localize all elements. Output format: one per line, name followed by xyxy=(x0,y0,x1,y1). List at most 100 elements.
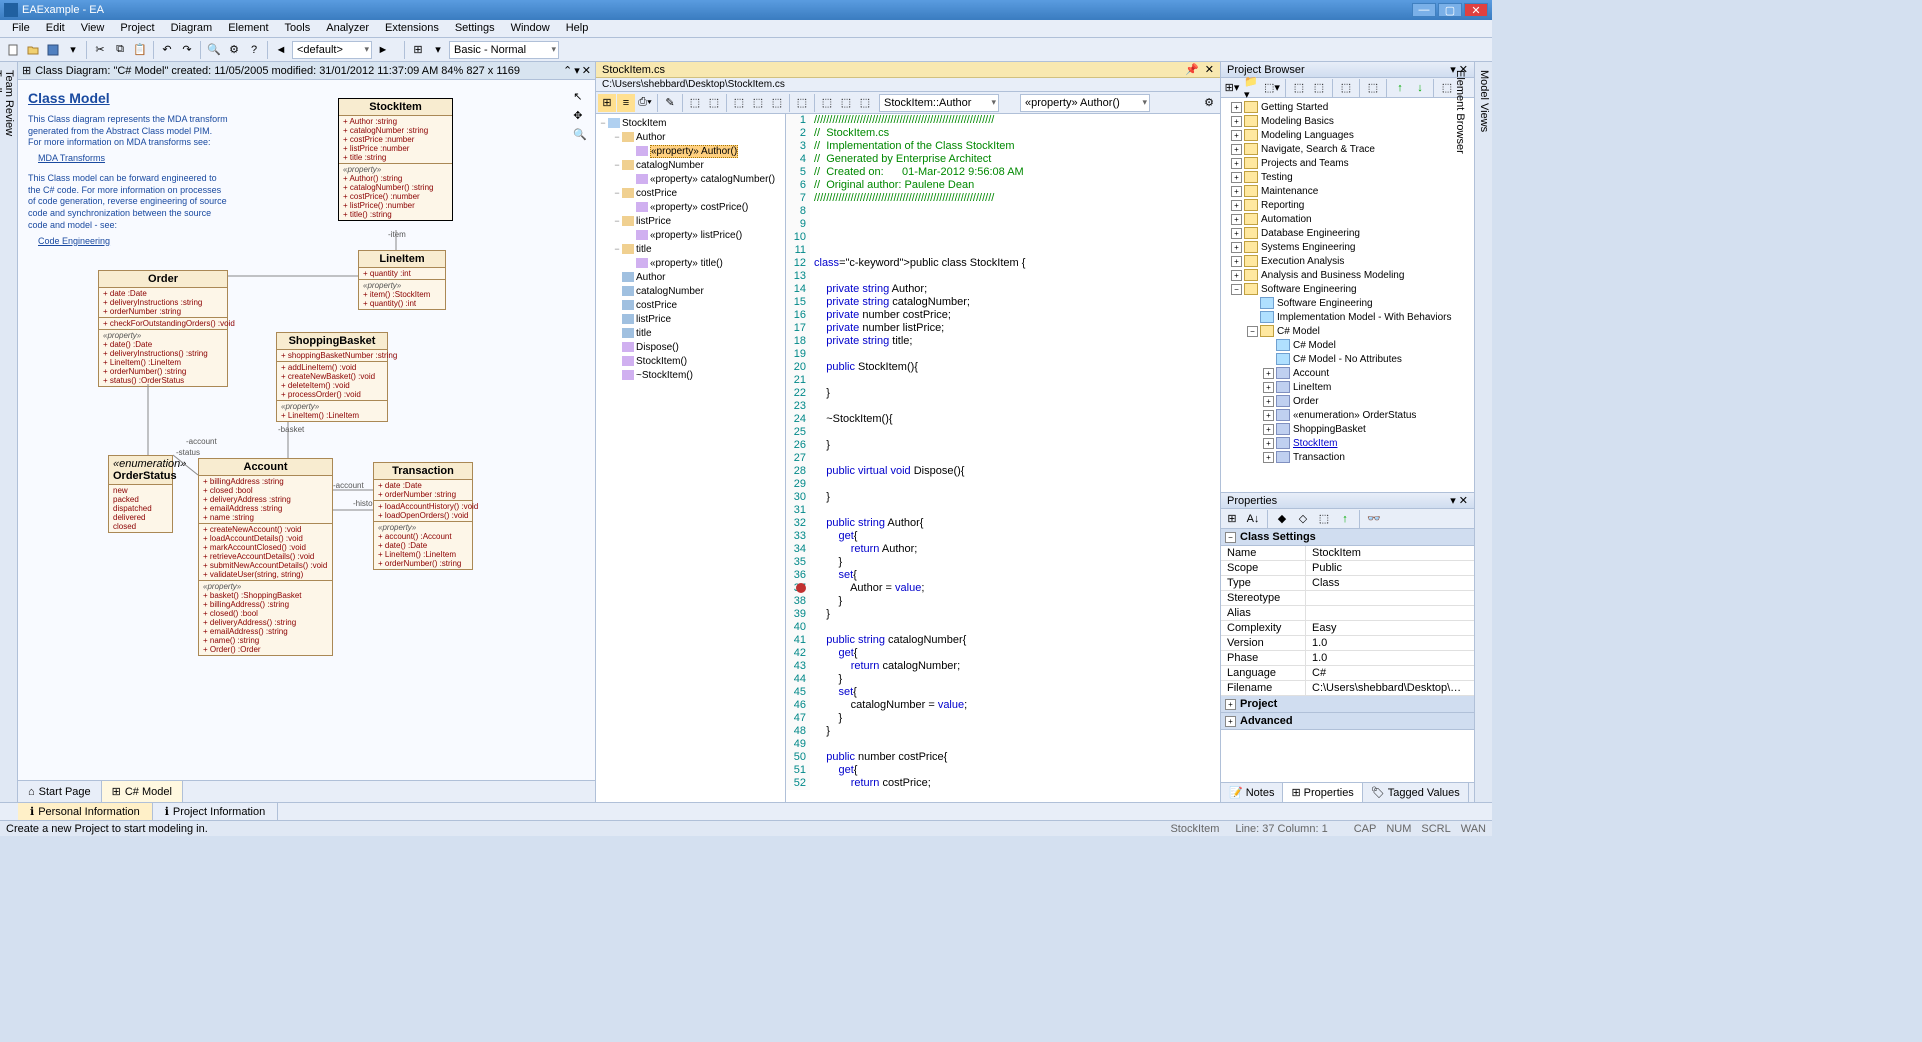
props-row[interactable]: NameStockItem xyxy=(1221,546,1474,561)
zoom-tool-icon[interactable]: 🔍 xyxy=(573,128,587,141)
code-line[interactable]: 5// Created on: 01-Mar-2012 9:56:08 AM xyxy=(786,166,1220,179)
browser-node[interactable]: C# Model xyxy=(1223,338,1472,352)
code-line[interactable]: 49 xyxy=(786,738,1220,751)
bt-7[interactable]: ⬚ xyxy=(1364,79,1382,97)
code-editor[interactable]: 1///////////////////////////////////////… xyxy=(786,114,1220,802)
browser-node[interactable]: +Order xyxy=(1223,394,1472,408)
code-line[interactable]: 6// Original author: Paulene Dean xyxy=(786,179,1220,192)
code-tb-end[interactable]: ⚙ xyxy=(1200,94,1218,112)
code-line[interactable]: 1///////////////////////////////////////… xyxy=(786,114,1220,127)
pan-tool-icon[interactable]: ✥ xyxy=(573,109,587,122)
bt-5[interactable]: ⬚ xyxy=(1310,79,1328,97)
side-tab-team-review[interactable]: Team Review xyxy=(3,70,15,782)
browser-node[interactable]: +Analysis and Business Modeling xyxy=(1223,268,1472,282)
code-line[interactable]: 48 } xyxy=(786,725,1220,738)
tree-node[interactable]: ~StockItem() xyxy=(598,368,783,382)
browser-node[interactable]: +StockItem xyxy=(1223,436,1472,450)
right-side-tabs[interactable]: Model ViewsElement Browser xyxy=(1474,62,1492,802)
menu-window[interactable]: Window xyxy=(503,20,558,37)
code-tree[interactable]: −StockItem−Author«property» Author()−cat… xyxy=(596,114,786,802)
browser-node[interactable]: +Reporting xyxy=(1223,198,1472,212)
browser-node[interactable]: +Automation xyxy=(1223,212,1472,226)
browser-node[interactable]: +Getting Started xyxy=(1223,100,1472,114)
code-line[interactable]: 41 public string catalogNumber{ xyxy=(786,634,1220,647)
props-row[interactable]: Stereotype xyxy=(1221,591,1474,606)
code-line[interactable]: 43 return catalogNumber; xyxy=(786,660,1220,673)
pt-3[interactable]: ◆ xyxy=(1273,510,1291,528)
side-tab-element-browser[interactable]: Element Browser xyxy=(1454,70,1466,794)
bt-dn[interactable]: ↓ xyxy=(1411,79,1429,97)
code-line[interactable]: 33 get{ xyxy=(786,530,1220,543)
tree-node[interactable]: −catalogNumber xyxy=(598,158,783,172)
help-button[interactable]: ? xyxy=(245,41,263,59)
bt-4[interactable]: ⬚ xyxy=(1290,79,1308,97)
code-line[interactable]: 35 } xyxy=(786,556,1220,569)
code-line[interactable]: 37 Author = value; xyxy=(786,582,1220,595)
redo-button[interactable]: ↷ xyxy=(178,41,196,59)
class-transaction[interactable]: Transaction + date :Date+ orderNumber :s… xyxy=(373,462,473,570)
tree-node[interactable]: Author xyxy=(598,270,783,284)
code-tb-5[interactable]: ⬚ xyxy=(686,94,704,112)
browser-node[interactable]: +Testing xyxy=(1223,170,1472,184)
code-member-combo[interactable]: «property» Author() xyxy=(1020,94,1150,112)
code-tb-10[interactable]: ⬚ xyxy=(793,94,811,112)
undo-button[interactable]: ↶ xyxy=(158,41,176,59)
pt-6[interactable]: ↑ xyxy=(1336,510,1354,528)
tree-node[interactable]: title xyxy=(598,326,783,340)
code-line[interactable]: 22 } xyxy=(786,387,1220,400)
class-stockitem[interactable]: StockItem + Author :string+ catalogNumbe… xyxy=(338,98,453,221)
browser-node[interactable]: −Software Engineering xyxy=(1223,282,1472,296)
cursor-tool-icon[interactable]: ↖ xyxy=(573,90,587,103)
code-tb-6[interactable]: ⬚ xyxy=(705,94,723,112)
code-line[interactable]: 45 set{ xyxy=(786,686,1220,699)
code-line[interactable]: 7///////////////////////////////////////… xyxy=(786,192,1220,205)
csharp-model-tab[interactable]: ⊞C# Model xyxy=(102,781,183,802)
code-line[interactable]: 18 private string title; xyxy=(786,335,1220,348)
class-order[interactable]: Order + date :Date+ deliveryInstructions… xyxy=(98,270,228,387)
menu-settings[interactable]: Settings xyxy=(447,20,503,37)
code-line[interactable]: 30 } xyxy=(786,491,1220,504)
tree-node[interactable]: −Author xyxy=(598,130,783,144)
tree-node[interactable]: «property» listPrice() xyxy=(598,228,783,242)
new-button[interactable] xyxy=(4,41,22,59)
close-diagram-icon[interactable]: ✕ xyxy=(582,64,591,77)
browser-node[interactable]: C# Model - No Attributes xyxy=(1223,352,1472,366)
code-line[interactable]: 29 xyxy=(786,478,1220,491)
code-tb-8[interactable]: ⬚ xyxy=(749,94,767,112)
code-line[interactable]: 2// StockItem.cs xyxy=(786,127,1220,140)
props-row[interactable]: FilenameC:\Users\shebbard\Desktop\StockI… xyxy=(1221,681,1474,696)
code-line[interactable]: 21 xyxy=(786,374,1220,387)
code-line[interactable]: 14 private string Author; xyxy=(786,283,1220,296)
close-button[interactable]: ✕ xyxy=(1464,3,1488,17)
menu-help[interactable]: Help xyxy=(558,20,597,37)
tree-node[interactable]: «property» costPrice() xyxy=(598,200,783,214)
code-line[interactable]: 17 private number listPrice; xyxy=(786,322,1220,335)
tree-node[interactable]: StockItem() xyxy=(598,354,783,368)
code-line[interactable]: 38 } xyxy=(786,595,1220,608)
diagram-canvas[interactable]: Class Model This Class diagram represent… xyxy=(18,80,595,780)
start-page-tab[interactable]: ⌂Start Page xyxy=(18,781,102,802)
menu-extensions[interactable]: Extensions xyxy=(377,20,447,37)
code-tb-13[interactable]: ⬚ xyxy=(856,94,874,112)
code-line[interactable]: 26 } xyxy=(786,439,1220,452)
browser-node[interactable]: +Account xyxy=(1223,366,1472,380)
pt-7[interactable]: 👓 xyxy=(1365,510,1383,528)
code-tb-11[interactable]: ⬚ xyxy=(818,94,836,112)
pt-5[interactable]: ⬚ xyxy=(1315,510,1333,528)
nav-fwd-button[interactable]: ► xyxy=(374,41,392,59)
notes-tab[interactable]: 📝Notes xyxy=(1221,783,1283,802)
menu-tools[interactable]: Tools xyxy=(277,20,319,37)
pin-icon[interactable]: 📌 xyxy=(1185,63,1199,76)
menu-project[interactable]: Project xyxy=(112,20,162,37)
code-scope-combo[interactable]: StockItem::Author xyxy=(879,94,999,112)
tree-node[interactable]: «property» Author() xyxy=(598,144,783,158)
props-row[interactable]: ComplexityEasy xyxy=(1221,621,1474,636)
bt-1[interactable]: ⊞▾ xyxy=(1223,79,1241,97)
code-line[interactable]: 47 } xyxy=(786,712,1220,725)
collapse-icon[interactable]: ⌃ xyxy=(563,64,572,77)
default-combo[interactable]: <default> xyxy=(292,41,372,59)
menu-view[interactable]: View xyxy=(73,20,113,37)
tagged-tab[interactable]: 🏷Tagged Values xyxy=(1363,783,1469,802)
code-line[interactable]: 39 } xyxy=(786,608,1220,621)
code-line[interactable]: 4// Generated by Enterprise Architect xyxy=(786,153,1220,166)
